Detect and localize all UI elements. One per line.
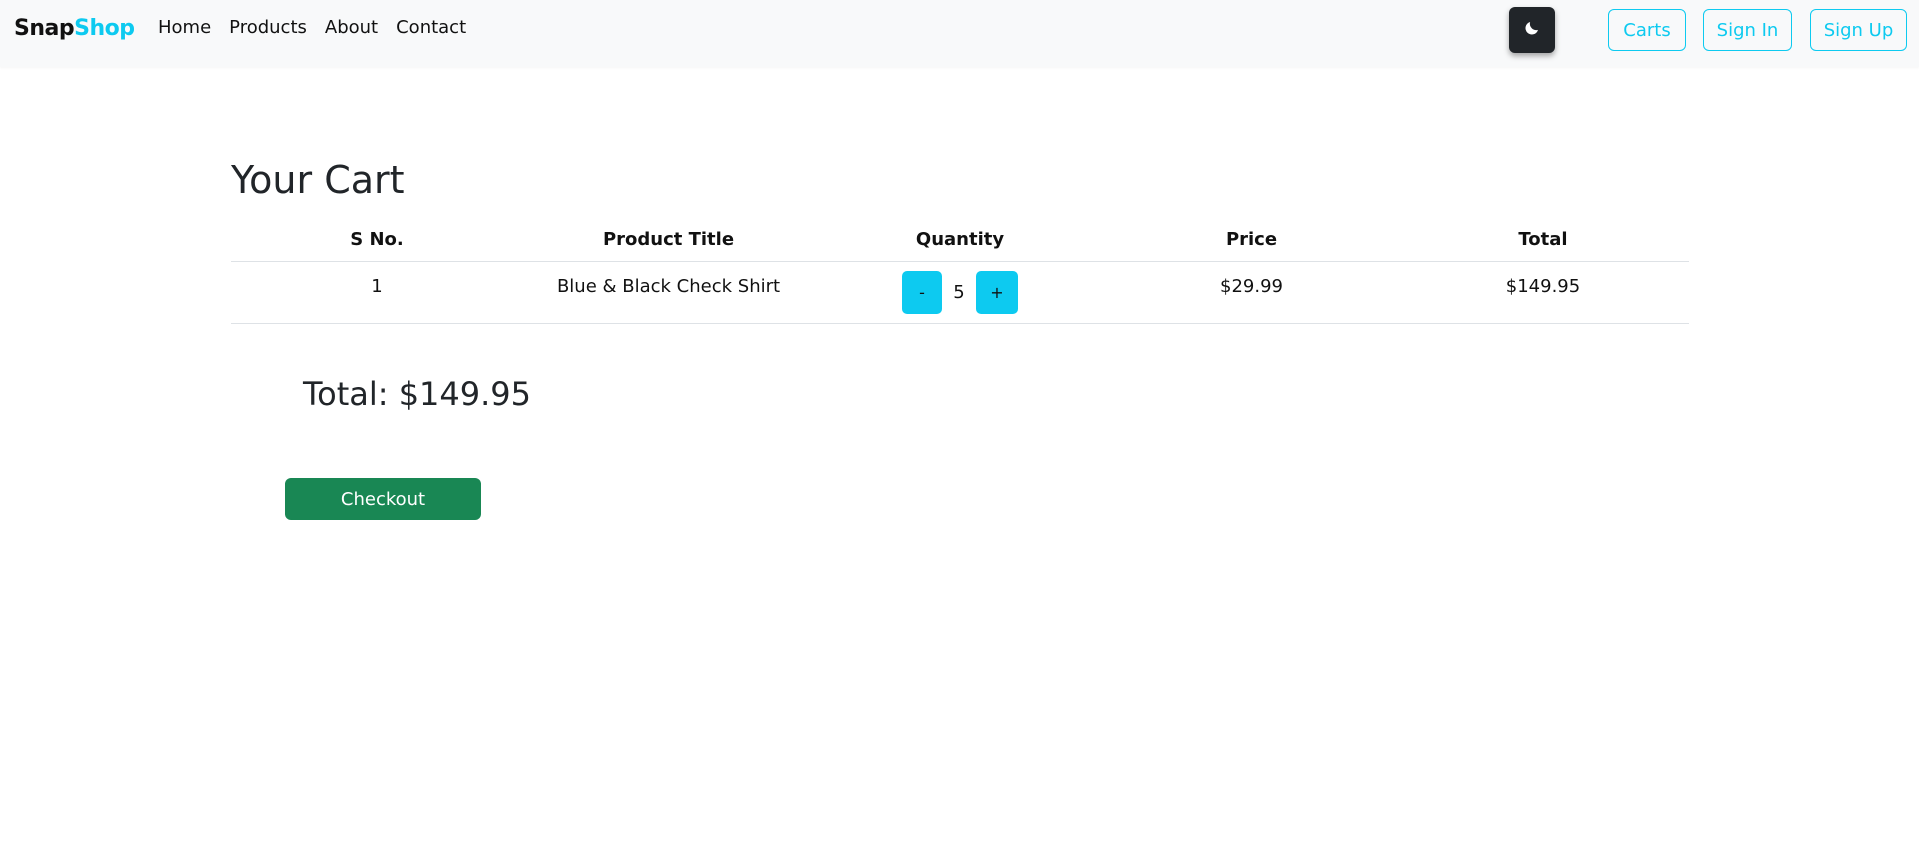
- column-header-product-title: Product Title: [523, 218, 814, 262]
- brand-name-part1: Snap: [14, 16, 75, 41]
- navbar: SnapShop Home Products About Contact Car…: [0, 0, 1919, 67]
- nav-link-contact[interactable]: Contact: [396, 17, 466, 38]
- quantity-stepper: - 5 +: [902, 270, 1018, 314]
- nav-link-products[interactable]: Products: [229, 17, 307, 38]
- carts-button[interactable]: Carts: [1608, 9, 1686, 51]
- nav-links: Home Products About Contact: [158, 17, 466, 38]
- theme-toggle-button[interactable]: [1509, 7, 1555, 53]
- moon-icon: [1523, 19, 1541, 41]
- cart-grand-total: Total: $149.95: [303, 375, 532, 413]
- cell-sno: 1: [231, 261, 523, 324]
- cell-product-title: Blue & Black Check Shirt: [523, 261, 814, 324]
- sign-in-button[interactable]: Sign In: [1703, 9, 1792, 51]
- quantity-value: 5: [953, 281, 965, 303]
- increment-button[interactable]: +: [976, 270, 1018, 314]
- cart-table: S No. Product Title Quantity Price Total…: [231, 218, 1689, 324]
- nav-link-about[interactable]: About: [325, 17, 378, 38]
- decrement-button[interactable]: -: [902, 270, 942, 314]
- sign-up-button[interactable]: Sign Up: [1810, 9, 1907, 51]
- column-header-quantity: Quantity: [814, 218, 1106, 262]
- cell-quantity: - 5 +: [814, 261, 1106, 324]
- table-row: 1 Blue & Black Check Shirt - 5 + $29.99 …: [231, 261, 1689, 324]
- nav-link-home[interactable]: Home: [158, 17, 211, 38]
- cell-total: $149.95: [1397, 261, 1689, 324]
- column-header-total: Total: [1397, 218, 1689, 262]
- brand-logo[interactable]: SnapShop: [14, 16, 135, 41]
- checkout-button[interactable]: Checkout: [285, 478, 481, 520]
- page-title: Your Cart: [231, 158, 405, 202]
- column-header-price: Price: [1106, 218, 1397, 262]
- table-header-row: S No. Product Title Quantity Price Total: [231, 218, 1689, 262]
- column-header-sno: S No.: [231, 218, 523, 262]
- brand-name-part2: Shop: [74, 16, 135, 41]
- cell-price: $29.99: [1106, 261, 1397, 324]
